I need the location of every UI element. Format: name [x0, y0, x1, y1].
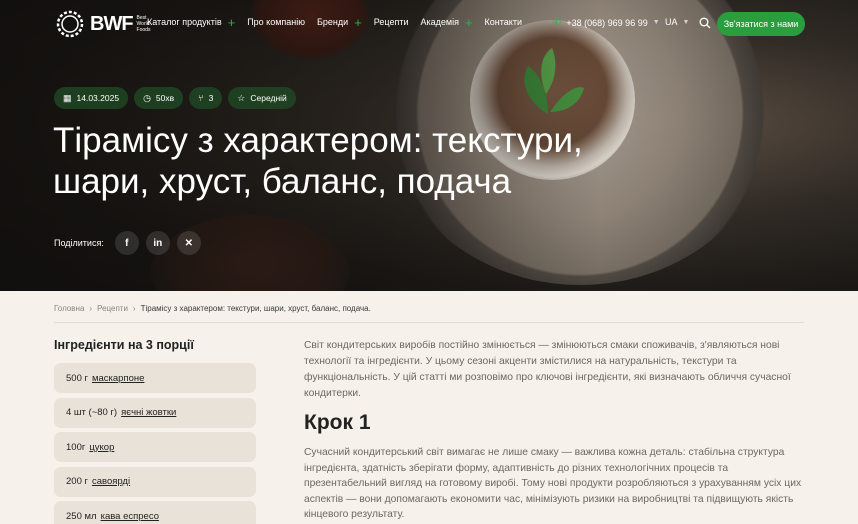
ingredient-link[interactable]: цукор [89, 442, 114, 453]
ingredients-title: Інгредієнти на 3 порції [54, 338, 194, 352]
plus-icon: + [227, 14, 236, 30]
chevron-right-icon: › [89, 304, 93, 313]
clock-icon: ◷ [143, 92, 151, 103]
ingredient-link[interactable]: кава еспресо [101, 511, 159, 522]
menu-item-label: Контакти [484, 17, 522, 27]
page-title: Тірамісу з характером: текстури, шари, х… [53, 121, 583, 201]
ingredient-qty: 200 г [66, 476, 88, 487]
logo-text: BWF [90, 12, 134, 35]
ingredient-qty: 500 г [66, 372, 88, 384]
ingredient-link[interactable]: савоярді [92, 476, 130, 487]
step-title: Крок 1 [304, 411, 371, 434]
search-icon[interactable] [699, 17, 711, 29]
calendar-icon: ▦ [63, 92, 72, 103]
date-badge: ▦ 14.03.2025 [54, 87, 129, 109]
ingredient-item: 500 г маскарпоне [54, 363, 256, 393]
menu-item-label: Про компанію [247, 17, 306, 27]
phone-dropdown[interactable]: ✆ +38 (068) 969 96 99 ▼ [553, 17, 660, 28]
breadcrumb-home-link[interactable]: Головна [54, 304, 84, 313]
menu-item-brands[interactable]: Бренди + [317, 14, 362, 30]
ingredient-link[interactable]: яєчні жовтки [121, 407, 176, 418]
menu-item-catalog[interactable]: Каталог продуктів + [147, 14, 236, 30]
menu-item-about[interactable]: Про компанію [247, 17, 305, 27]
linkedin-share-button[interactable]: in [145, 231, 170, 255]
divider [54, 322, 804, 323]
time-badge: ◷ 50хв [134, 87, 184, 109]
plus-icon: + [354, 14, 362, 30]
date-value: 14.03.2025 [76, 93, 120, 103]
ingredient-item: 250 мл кава еспресо [54, 501, 256, 524]
contact-us-button[interactable]: Зв'язатися з нами [717, 12, 805, 36]
breadcrumb-recipes-link[interactable]: Рецепти [97, 304, 128, 313]
brand-logo[interactable]: BWF Best World Foods [54, 8, 151, 40]
plus-icon: + [464, 14, 473, 30]
recipe-meta: ▦ 14.03.2025 ◷ 50хв ⑂ 3 ☆ Середній [54, 87, 296, 109]
ingredient-qty: 250 мл [66, 510, 97, 522]
servings-value: 3 [208, 93, 214, 103]
ingredient-qty: 4 шт (~80 г) [66, 407, 118, 418]
article-intro: Світ кондитерських виробів постійно змін… [304, 340, 791, 399]
menu-item-label: Академія [420, 17, 459, 27]
breadcrumb-current: Тірамісу з характером: текстури, шари, х… [140, 304, 371, 313]
servings-badge: ⑂ 3 [189, 87, 223, 109]
menu-item-label: Каталог продуктів [147, 17, 222, 27]
menu-item-contacts[interactable]: Контакти [485, 17, 522, 27]
main-menu: Каталог продуктів + Про компанію Бренди … [147, 14, 534, 30]
ingredient-item: 200 г савоярді [54, 466, 256, 497]
language-selector[interactable]: UA ▼ [665, 17, 689, 27]
share-label: Поділитися: [54, 238, 104, 248]
top-nav: BWF Best World Foods Каталог продуктів +… [0, 0, 858, 48]
breadcrumb: Головна › Рецепти › Тірамісу з характеро… [54, 304, 371, 313]
linkedin-icon: in [153, 237, 163, 249]
ingredient-item: 100г цукор [54, 432, 256, 462]
facebook-icon: f [125, 237, 129, 249]
star-icon: ☆ [237, 92, 246, 103]
x-share-button[interactable]: ✕ [176, 231, 201, 255]
phone-icon: ✆ [553, 17, 562, 28]
share-bar: Поділитися: f in ✕ [54, 231, 201, 255]
cutlery-icon: ⑂ [198, 93, 204, 103]
difficulty-badge: ☆ Середній [228, 87, 296, 109]
ingredient-qty: 100г [66, 441, 86, 453]
ingredient-item: 4 шт (~80 г) яєчні жовтки [54, 397, 256, 428]
time-value: 50хв [155, 93, 175, 103]
menu-item-academy[interactable]: Академія + [420, 14, 473, 30]
difficulty-value: Середній [250, 93, 287, 103]
ingredients-list: 500 г маскарпоне 4 шт (~80 г) яєчні жовт… [54, 363, 256, 524]
phone-number: +38 (068) 969 96 99 [566, 17, 648, 28]
x-icon: ✕ [184, 237, 194, 249]
menu-item-label: Рецепти [373, 17, 409, 27]
chevron-down-icon: ▼ [652, 19, 660, 26]
step-text: Сучасний кондитерський світ вимагає не л… [304, 447, 802, 520]
ingredient-link[interactable]: маскарпоне [92, 373, 144, 384]
language-label: UA [665, 17, 678, 27]
gear-logo-icon [56, 10, 84, 38]
chevron-right-icon: › [132, 304, 136, 313]
menu-item-label: Бренди [317, 17, 349, 27]
chevron-down-icon: ▼ [682, 18, 690, 26]
facebook-share-button[interactable]: f [114, 231, 139, 255]
menu-item-recipes[interactable]: Рецепти [374, 17, 409, 27]
